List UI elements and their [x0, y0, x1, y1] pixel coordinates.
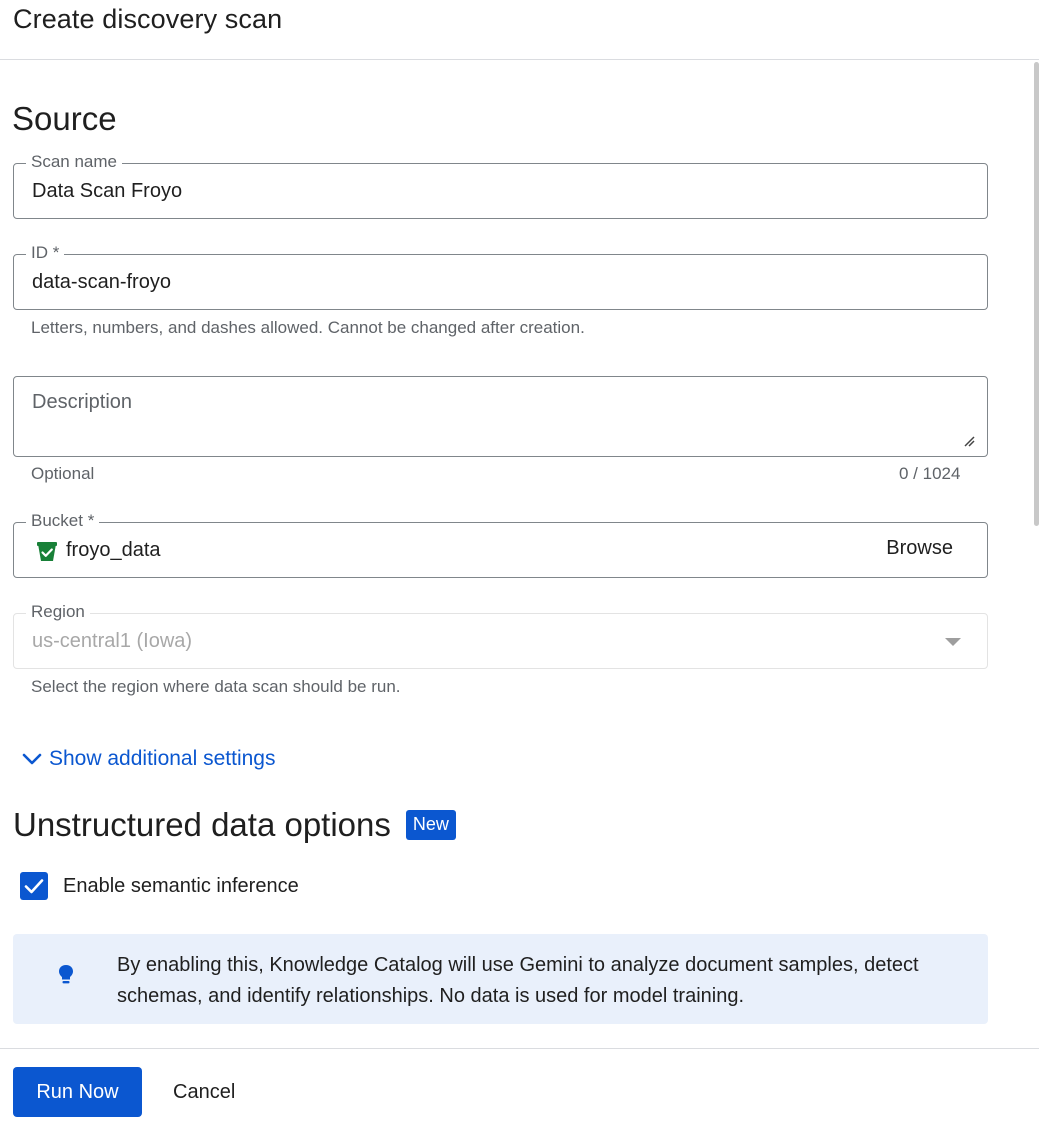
description-field[interactable]: Description — [13, 376, 988, 457]
unstructured-section-title: Unstructured data options — [13, 806, 391, 843]
description-counter: 0 / 1024 — [899, 464, 961, 483]
page-title: Create discovery scan — [13, 4, 283, 34]
id-field[interactable]: ID * data-scan-froyo — [13, 243, 988, 310]
page-header: Create discovery scan — [0, 0, 1039, 60]
bucket-label: Bucket * — [26, 511, 100, 531]
scan-name-label: Scan name — [26, 152, 122, 172]
new-badge: New — [405, 810, 456, 840]
id-hint: Letters, numbers, and dashes allowed. Ca… — [31, 318, 585, 337]
resize-handle-icon[interactable] — [963, 435, 975, 447]
region-label: Region — [26, 602, 90, 622]
region-hint: Select the region where data scan should… — [31, 677, 401, 696]
footer-actions: Run Now Cancel — [0, 1048, 1039, 1123]
info-text: By enabling this, Knowledge Catalog will… — [117, 954, 919, 1007]
region-select[interactable]: Region us-central1 (Iowa) — [13, 602, 988, 669]
description-hint: Optional — [31, 464, 95, 483]
scan-name-input[interactable]: Data Scan Froyo — [32, 178, 182, 204]
semantic-inference-option[interactable]: Enable semantic inference — [20, 872, 299, 900]
cancel-button[interactable]: Cancel — [158, 1067, 250, 1117]
chevron-down-icon — [22, 753, 42, 765]
description-placeholder: Description — [32, 391, 133, 413]
id-input[interactable]: data-scan-froyo — [32, 269, 171, 295]
lightbulb-icon — [59, 965, 73, 984]
bucket-field[interactable]: Bucket * froyo_data Browse — [13, 511, 988, 578]
dropdown-arrow-icon — [945, 638, 961, 646]
info-banner: By enabling this, Knowledge Catalog will… — [13, 934, 988, 1024]
semantic-inference-label: Enable semantic inference — [63, 874, 299, 897]
scrollbar-thumb[interactable] — [1034, 62, 1039, 526]
browse-button[interactable]: Browse — [886, 537, 953, 560]
region-value: us-central1 (Iowa) — [32, 630, 193, 652]
bucket-input[interactable]: froyo_data — [66, 537, 161, 563]
show-additional-settings-toggle[interactable]: Show additional settings — [22, 744, 275, 774]
run-now-button[interactable]: Run Now — [13, 1067, 142, 1117]
semantic-inference-checkbox[interactable] — [20, 872, 48, 900]
unstructured-section-header: Unstructured data options New — [13, 806, 456, 844]
additional-settings-label: Show additional settings — [49, 747, 276, 770]
source-section-title: Source — [12, 100, 117, 137]
scan-name-field[interactable]: Scan name Data Scan Froyo — [13, 152, 988, 219]
id-label: ID * — [26, 243, 65, 263]
checkmark-icon — [24, 879, 44, 894]
bucket-icon — [37, 542, 57, 561]
